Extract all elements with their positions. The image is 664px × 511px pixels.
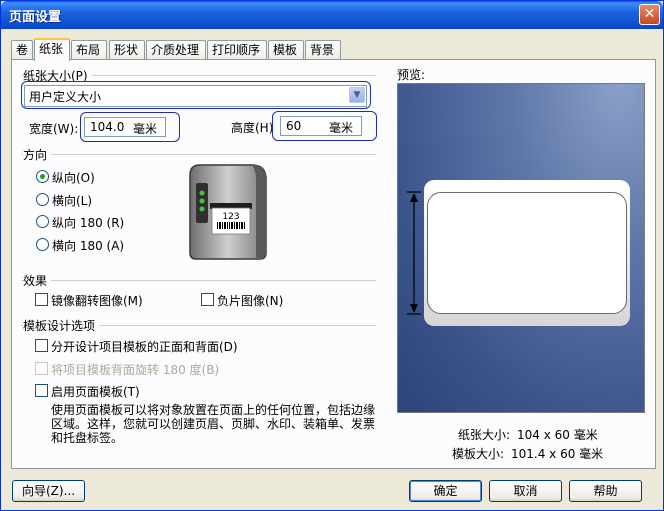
- wizard-button[interactable]: 向导(Z)...: [12, 480, 85, 502]
- help-button[interactable]: 帮助: [569, 480, 642, 502]
- height-input[interactable]: 60 毫米: [280, 116, 362, 136]
- preview-area: [397, 83, 645, 413]
- paper-size-select[interactable]: 用户定义大小 ▼: [24, 85, 367, 107]
- width-value: 104.0: [90, 120, 125, 134]
- height-unit: 毫米: [328, 121, 353, 135]
- label-printer-icon: 123: [189, 164, 267, 260]
- page-setup-dialog: 页面设置 ✕ 卷 纸张 布局 形状 介质处理 打印顺序 模板 背景 纸张大小(P…: [0, 0, 664, 511]
- effects-group-label: 效果: [23, 272, 52, 289]
- paper-size-group-label: 纸张大小(P): [23, 67, 92, 84]
- paper-size-dimensions: 104 x 60 毫米: [517, 428, 598, 442]
- page-template-description: 使用页面模板可以将对象放置在页面上的任何位置，包括边缘区域。这样，您就可以创建页…: [51, 403, 376, 445]
- radio-portrait[interactable]: [36, 170, 49, 183]
- width-label: 宽度(W):: [29, 122, 79, 136]
- cancel-button[interactable]: 取消: [489, 480, 562, 502]
- close-icon: ✕: [643, 6, 656, 22]
- separate-front-back-checkbox[interactable]: [35, 339, 48, 352]
- enable-page-template-label[interactable]: 启用页面模板(T): [51, 383, 140, 400]
- mirror-label[interactable]: 镜像翻转图像(M): [51, 292, 143, 309]
- chevron-down-icon[interactable]: ▼: [349, 87, 365, 103]
- group-divider: [21, 154, 376, 155]
- enable-page-template-checkbox[interactable]: [35, 384, 48, 397]
- tab-layout[interactable]: 布局: [71, 40, 107, 60]
- radio-landscape-180-label[interactable]: 横向 180 (A): [52, 237, 124, 254]
- tab-roll[interactable]: 卷: [11, 40, 33, 60]
- tab-media-handling[interactable]: 介质处理: [146, 40, 206, 60]
- group-divider: [21, 280, 376, 281]
- ok-button[interactable]: 确定: [409, 480, 482, 502]
- width-input[interactable]: 104.0 毫米: [84, 117, 166, 137]
- separate-front-back-label[interactable]: 分开设计项目模板的正面和背面(D): [51, 338, 238, 355]
- template-size-dimensions: 101.4 x 60 毫米: [511, 447, 604, 461]
- paper-size-selected: 用户定义大小: [29, 90, 102, 104]
- window-title: 页面设置: [9, 10, 62, 25]
- height-dimension-arrow-icon: [407, 191, 421, 315]
- rotate-back-label: 将项目模板背面旋转 180 度(B): [51, 363, 220, 377]
- radio-landscape[interactable]: [36, 193, 49, 206]
- height-label: 高度(H): [231, 121, 274, 135]
- radio-portrait-label[interactable]: 纵向(O): [52, 169, 95, 186]
- radio-portrait-180-label[interactable]: 纵向 180 (R): [52, 214, 124, 231]
- orientation-group-label: 方向: [23, 146, 52, 163]
- tab-paper[interactable]: 纸张: [34, 38, 70, 61]
- template-size-caption: 模板大小:: [452, 447, 505, 461]
- printer-label-text: 123: [222, 212, 239, 222]
- tab-background[interactable]: 背景: [305, 40, 341, 60]
- radio-landscape-label[interactable]: 横向(L): [52, 192, 92, 209]
- label-shape: [427, 192, 627, 314]
- radio-portrait-180[interactable]: [36, 215, 49, 228]
- preview-label: 预览:: [397, 68, 426, 82]
- tab-print-order[interactable]: 打印顺序: [207, 40, 267, 60]
- template-options-group-label: 模板设计选项: [23, 317, 100, 334]
- height-value: 60: [286, 119, 302, 133]
- negative-checkbox[interactable]: [201, 293, 214, 306]
- close-button[interactable]: ✕: [639, 4, 660, 25]
- mirror-checkbox[interactable]: [35, 293, 48, 306]
- tab-shape[interactable]: 形状: [109, 40, 145, 60]
- negative-label[interactable]: 负片图像(N): [217, 292, 283, 309]
- width-unit: 毫米: [132, 122, 157, 136]
- paper-size-caption: 纸张大小:: [458, 428, 511, 442]
- radio-landscape-180[interactable]: [36, 238, 49, 251]
- title-bar[interactable]: 页面设置 ✕: [1, 1, 663, 29]
- rotate-back-checkbox: [35, 362, 48, 375]
- tab-template[interactable]: 模板: [268, 40, 304, 60]
